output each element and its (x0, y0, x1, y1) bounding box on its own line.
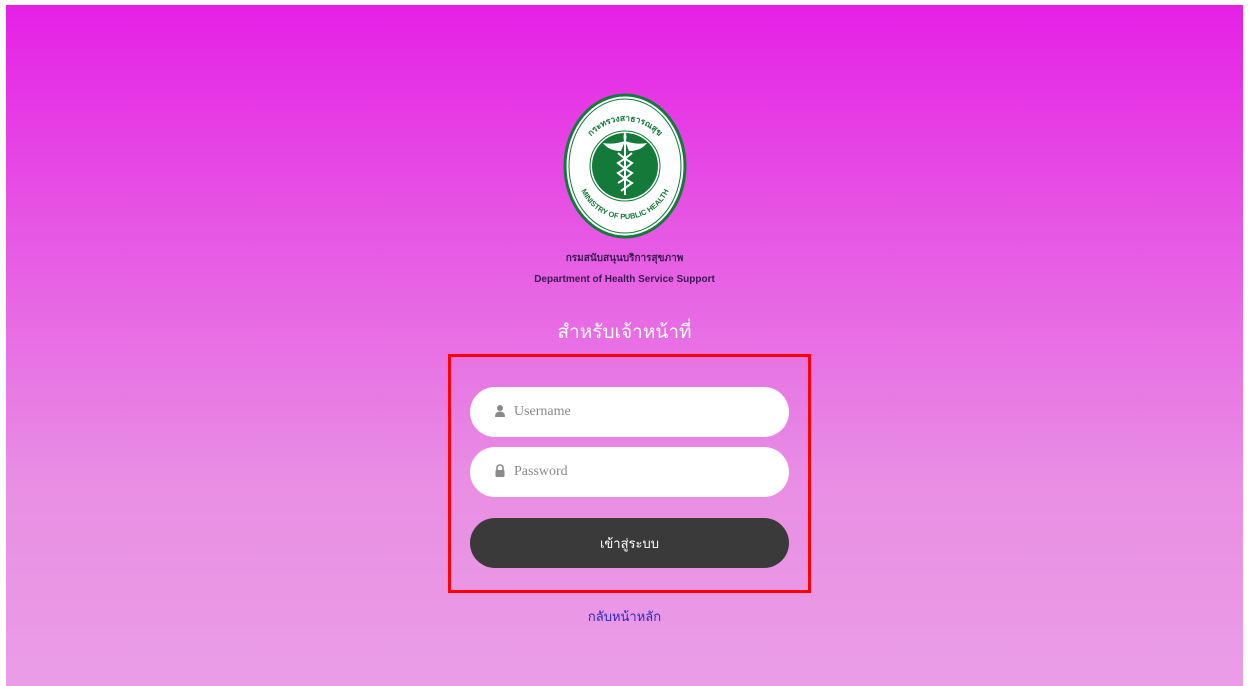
department-name-thai: กรมสนับสนุนบริการสุขภาพ (565, 253, 684, 264)
login-form-highlight: เข้าสู่ระบบ (448, 354, 811, 593)
username-input[interactable] (514, 387, 774, 437)
password-input[interactable] (514, 447, 774, 497)
department-name-english: Department of Health Service Support (534, 274, 715, 285)
page-title: สำหรับเจ้าหน้าที่ (557, 321, 692, 343)
password-field-wrapper[interactable] (470, 447, 789, 497)
login-button[interactable]: เข้าสู่ระบบ (470, 518, 789, 568)
lock-icon (495, 464, 505, 477)
ministry-seal-logo: กระทรวงสาธารณสุข MINISTRY OF PUBLIC HEAL… (563, 93, 687, 239)
user-icon (495, 405, 505, 417)
username-field-wrapper[interactable] (470, 387, 789, 437)
back-to-home-link[interactable]: กลับหน้าหลัก (0, 606, 1249, 627)
